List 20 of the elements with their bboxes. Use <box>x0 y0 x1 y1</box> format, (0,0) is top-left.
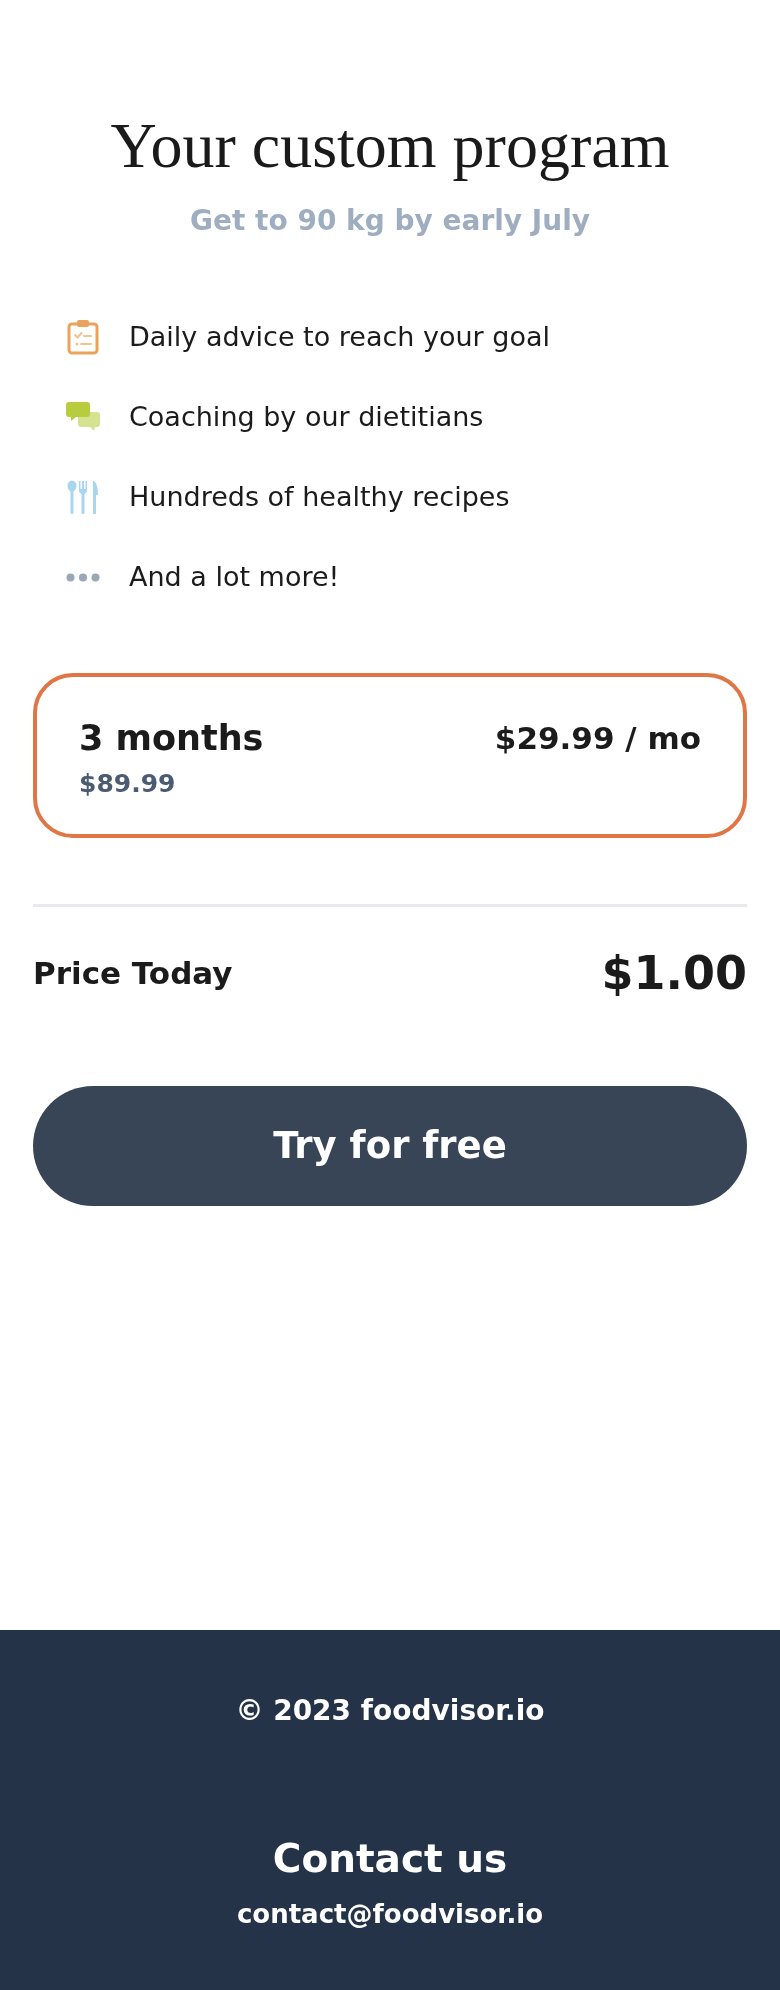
ellipsis-icon <box>66 572 100 582</box>
price-today-amount: $1.00 <box>601 945 747 1001</box>
plan-monthly-price: $29.99 / mo <box>494 719 701 758</box>
plan-duration: 3 months <box>79 717 264 760</box>
contact-email-link[interactable]: contact@foodvisor.io <box>236 1896 544 1932</box>
cutlery-icon <box>67 480 99 514</box>
contact-heading: Contact us <box>272 1835 508 1883</box>
copyright-text: © 2023 foodvisor.io <box>235 1693 545 1729</box>
price-today-label: Price Today <box>33 954 233 993</box>
page-title: Your custom program <box>110 112 670 180</box>
plan-card[interactable]: 3 months $89.99 $29.99 / mo <box>33 673 747 838</box>
feature-text: Daily advice to reach your goal <box>129 320 550 354</box>
feature-text: And a lot more! <box>129 560 340 594</box>
feature-text: Hundreds of healthy recipes <box>129 480 510 514</box>
clipboard-icon <box>67 319 99 355</box>
plan-total-price: $89.99 <box>79 768 177 800</box>
try-for-free-button[interactable]: Try for free <box>33 1086 747 1206</box>
goal-subtitle: Get to 90 kg by early July <box>189 203 591 239</box>
chat-bubbles-icon <box>65 401 101 433</box>
feature-text: Coaching by our dietitians <box>129 400 484 434</box>
